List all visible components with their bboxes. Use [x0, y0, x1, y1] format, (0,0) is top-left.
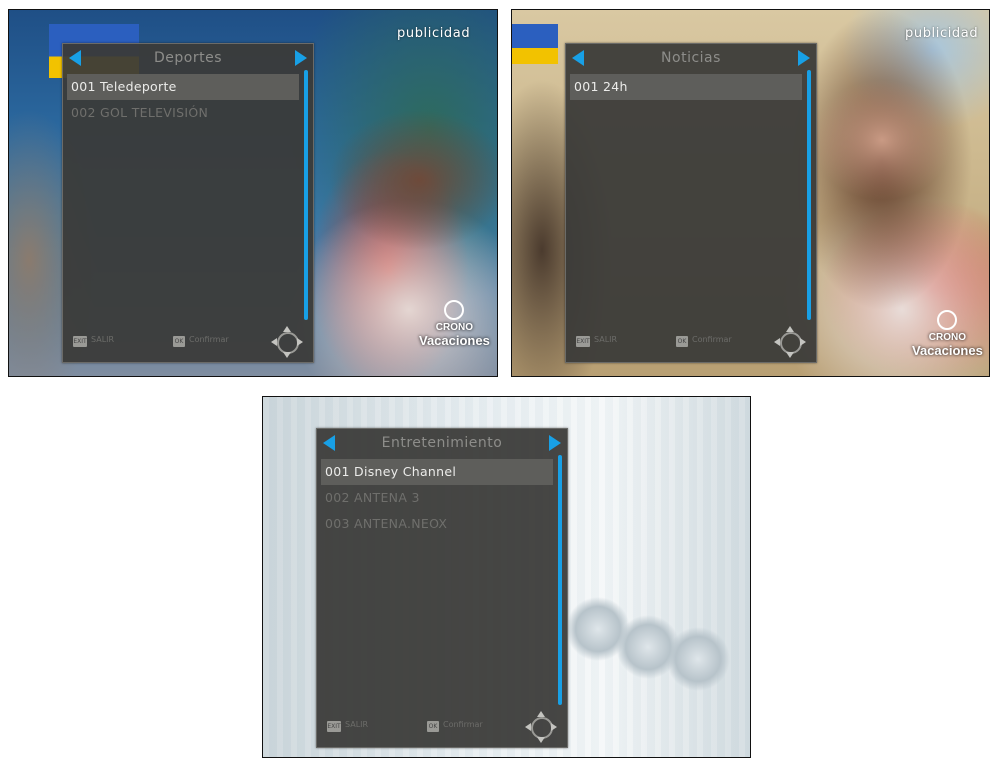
broadcaster-logo: CRONO Vacaciones — [419, 300, 490, 348]
channel-row[interactable]: 001 24h — [570, 74, 802, 100]
category-header: Entretenimiento — [317, 429, 567, 457]
tv-screenshot-deportes: publicidad CRONO Vacaciones Deportes 001… — [8, 9, 498, 377]
category-title: Deportes — [154, 50, 222, 66]
exit-label: SALIR — [594, 335, 618, 344]
category-title: Noticias — [661, 50, 721, 66]
publicidad-label: publicidad — [905, 26, 979, 41]
dpad-navigation-icon — [525, 711, 557, 743]
channel-list: 001 Teledeporte 002 GOL TELEVISIÓN — [67, 74, 299, 126]
tv-screenshot-entretenimiento: Entretenimiento 001 Disney Channel 002 A… — [262, 396, 751, 758]
exit-label: SALIR — [91, 335, 115, 344]
panel-footer: EXIT SALIR OK Confirmar — [63, 322, 313, 362]
exit-key-icon: EXIT — [73, 336, 87, 347]
prev-category-arrow-icon[interactable] — [69, 50, 81, 66]
antena3-logo-icon — [937, 310, 958, 330]
channel-logo-strip — [512, 24, 558, 64]
channel-list-panel: Noticias 001 24h EXIT SALIR OK Confirmar — [565, 43, 817, 363]
panel-footer: EXIT SALIR OK Confirmar — [317, 707, 567, 747]
scrollbar[interactable] — [558, 455, 562, 705]
exit-key-icon: EXIT — [327, 721, 341, 732]
logo-line2: Vacaciones — [419, 333, 490, 348]
channel-row[interactable]: 002 GOL TELEVISIÓN — [67, 100, 299, 126]
dpad-navigation-icon — [271, 326, 303, 358]
channel-list-panel: Entretenimiento 001 Disney Channel 002 A… — [316, 428, 568, 748]
ok-key-icon: OK — [427, 721, 439, 732]
panel-footer: EXIT SALIR OK Confirmar — [566, 322, 816, 362]
channel-row[interactable]: 003 ANTENA.NEOX — [321, 511, 553, 537]
logo-line2: Vacaciones — [912, 343, 983, 358]
scrollbar[interactable] — [807, 70, 811, 320]
ok-key-icon: OK — [173, 336, 185, 347]
channel-row[interactable]: 001 Disney Channel — [321, 459, 553, 485]
broadcaster-logo: CRONO Vacaciones — [912, 310, 983, 358]
next-category-arrow-icon[interactable] — [549, 435, 561, 451]
ok-key-icon: OK — [676, 336, 688, 347]
channel-list-panel: Deportes 001 Teledeporte 002 GOL TELEVIS… — [62, 43, 314, 363]
antena3-logo-icon — [444, 300, 465, 320]
publicidad-label: publicidad — [397, 26, 471, 41]
channel-list: 001 24h — [570, 74, 802, 100]
scrollbar[interactable] — [304, 70, 308, 320]
channel-row[interactable]: 001 Teledeporte — [67, 74, 299, 100]
prev-category-arrow-icon[interactable] — [323, 435, 335, 451]
dpad-navigation-icon — [774, 326, 806, 358]
category-title: Entretenimiento — [381, 435, 503, 451]
next-category-arrow-icon[interactable] — [798, 50, 810, 66]
category-header: Noticias — [566, 44, 816, 72]
logo-line1: CRONO — [435, 322, 474, 333]
category-header: Deportes — [63, 44, 313, 72]
exit-label: SALIR — [345, 720, 369, 729]
confirm-label: Confirmar — [692, 335, 732, 344]
confirm-label: Confirmar — [443, 720, 483, 729]
tv-screenshot-noticias: publicidad CRONO Vacaciones Noticias 001… — [511, 9, 990, 377]
exit-key-icon: EXIT — [576, 336, 590, 347]
channel-list: 001 Disney Channel 002 ANTENA 3 003 ANTE… — [321, 459, 553, 537]
next-category-arrow-icon[interactable] — [295, 50, 307, 66]
confirm-label: Confirmar — [189, 335, 229, 344]
prev-category-arrow-icon[interactable] — [572, 50, 584, 66]
logo-line1: CRONO — [928, 332, 967, 343]
channel-row[interactable]: 002 ANTENA 3 — [321, 485, 553, 511]
